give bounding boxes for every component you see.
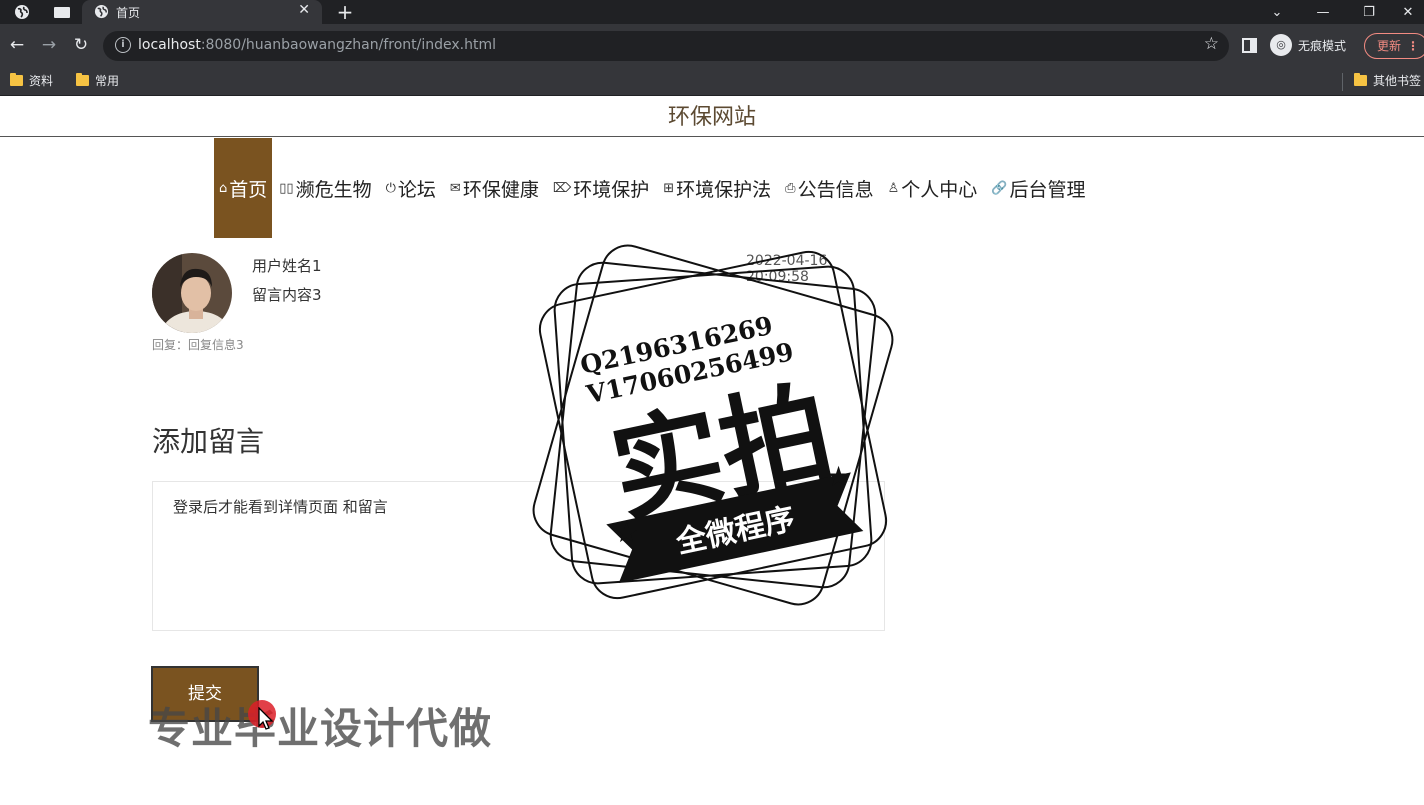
update-button[interactable]: 更新 ⋮ xyxy=(1364,33,1424,59)
incognito-icon: ◎ xyxy=(1270,34,1292,56)
user-icon: ♙ xyxy=(887,180,900,196)
restore-button[interactable]: ❐ xyxy=(1346,0,1392,24)
nav-label: 公告信息 xyxy=(797,178,874,201)
nav-label: 环境保护法 xyxy=(676,178,772,201)
globe-icon xyxy=(94,4,109,19)
side-panel-icon[interactable] xyxy=(1242,38,1257,53)
more-icon[interactable]: ⋮ xyxy=(1407,34,1419,58)
folder-icon xyxy=(10,73,23,86)
tab-home[interactable]: 首页 ✕ xyxy=(82,0,322,24)
home-icon: ⌂ xyxy=(219,180,228,196)
site-title: 环保网站 xyxy=(0,97,1424,137)
star-icon: ★ xyxy=(826,460,851,493)
nav-item-forum[interactable]: ⏻ 论坛 xyxy=(379,138,443,238)
nav-item-announcements[interactable]: ⎙ 公告信息 xyxy=(778,138,880,238)
bookmark-folder[interactable]: 常用 xyxy=(76,72,119,89)
power-icon: ⏻ xyxy=(385,180,396,196)
incognito-label: 无痕模式 xyxy=(1298,38,1347,53)
nav-item-eco-health[interactable]: ✉ 环保健康 xyxy=(443,138,546,238)
nav-item-admin[interactable]: 🔗 后台管理 xyxy=(984,138,1092,238)
minimize-button[interactable]: — xyxy=(1300,0,1346,24)
forward-button[interactable]: → xyxy=(38,34,60,56)
bookmark-label: 常用 xyxy=(95,74,120,88)
nav-label: 论坛 xyxy=(397,178,436,201)
nav-item-home[interactable]: ⌂ 首页 xyxy=(214,138,273,238)
tab-title: 首页 xyxy=(116,6,141,20)
info-icon[interactable]: i xyxy=(115,37,131,53)
browser-tab-bar: 首页 ✕ + ⌄ — ❐ ✕ xyxy=(0,0,1424,24)
globe-icon[interactable] xyxy=(8,0,36,24)
nav-label: 环保健康 xyxy=(462,178,539,201)
window-icon xyxy=(54,6,70,18)
nav-label: 个人中心 xyxy=(901,178,978,201)
watermark-stamp: Q2196316269 V17060256499 实拍 全微程序 ★ ★ xyxy=(532,244,894,606)
other-bookmarks-label: 其他书签 xyxy=(1373,74,1422,88)
nav-item-personal-center[interactable]: ♙ 个人中心 xyxy=(881,138,985,238)
bookmark-separator xyxy=(1342,73,1343,91)
incognito-indicator[interactable]: ◎ 无痕模式 xyxy=(1270,34,1346,56)
print-icon: ⎙ xyxy=(785,180,796,196)
add-message-title: 添加留言 xyxy=(152,425,265,458)
nav-label: 濒危生物 xyxy=(295,178,372,201)
url-text[interactable]: localhost:8080/huanbaowangzhan/front/ind… xyxy=(138,37,496,53)
tag-icon: ⌦ xyxy=(552,180,572,196)
nav-item-environment-protection[interactable]: ⌦ 环境保护 xyxy=(546,138,656,238)
apps-icon: ⊞ xyxy=(663,180,675,196)
watermark-text: 专业毕业设计代做 xyxy=(148,704,493,753)
nav-item-endangered-species[interactable]: ▯▯ 濒危生物 xyxy=(272,138,378,238)
comment-reply: 回复：回复信息3 xyxy=(152,338,244,352)
back-button[interactable]: ← xyxy=(6,34,28,56)
cursor-icon xyxy=(258,707,274,730)
close-icon[interactable]: ✕ xyxy=(298,2,310,18)
folder-icon xyxy=(1354,73,1367,86)
comment-username: 用户姓名1 xyxy=(252,257,322,275)
folder-icon xyxy=(76,73,89,86)
bookmark-label: 资料 xyxy=(29,74,54,88)
new-tab-button[interactable]: + xyxy=(334,0,356,24)
tab-blank[interactable] xyxy=(44,0,80,24)
close-window-button[interactable]: ✕ xyxy=(1392,0,1424,24)
other-bookmarks[interactable]: 其他书签 xyxy=(1354,72,1421,89)
bookmark-folder[interactable]: 资料 xyxy=(10,72,53,89)
nav-label: 后台管理 xyxy=(1009,178,1086,201)
link-icon: 🔗 xyxy=(991,180,1008,196)
bookmarks-bar: 资料 常用 其他书签 xyxy=(0,68,1424,96)
nav-label: 首页 xyxy=(229,178,268,201)
message-text: 登录后才能看到详情页面 和留言 xyxy=(173,498,388,516)
avatar xyxy=(152,253,232,333)
nav-item-environment-law[interactable]: ⊞ 环境保护法 xyxy=(656,138,778,238)
reload-button[interactable]: ↻ xyxy=(70,34,92,56)
web-page: 环保网站 ⌂ 首页 ▯▯ 濒危生物 ⏻ 论坛 ✉ 环保健康 ⌦ 环境保护 ⊞ 环境保护法 ⎙… xyxy=(0,97,1424,805)
address-bar[interactable]: i localhost:8080/huanbaowangzhan/front/i… xyxy=(103,31,1229,61)
chevron-down-icon[interactable]: ⌄ xyxy=(1254,0,1300,24)
grid-icon: ▯▯ xyxy=(279,180,294,196)
comment-content: 留言内容3 xyxy=(252,286,322,304)
star-icon: ★ xyxy=(614,516,639,549)
mail-icon: ✉ xyxy=(449,180,461,196)
nav-label: 环境保护 xyxy=(573,178,650,201)
main-nav: ⌂ 首页 ▯▯ 濒危生物 ⏻ 论坛 ✉ 环保健康 ⌦ 环境保护 ⊞ 环境保护法 ⎙ 公告信息 … xyxy=(214,138,1092,238)
bookmark-star-icon[interactable]: ☆ xyxy=(1204,34,1219,54)
